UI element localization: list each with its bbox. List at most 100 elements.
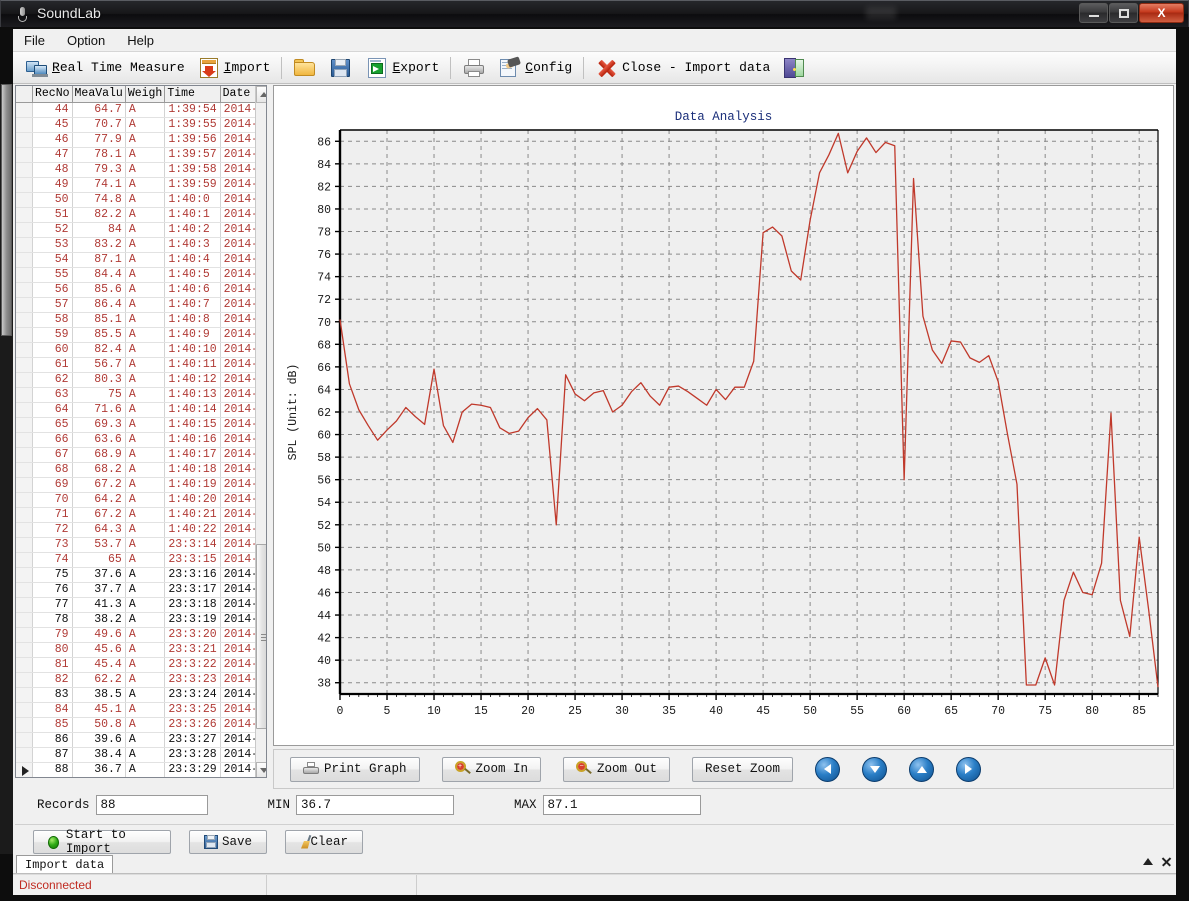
- table-row[interactable]: 5074.8A1:40:02014-10-: [16, 192, 267, 207]
- row-selector-cell[interactable]: [16, 147, 33, 162]
- cell-weight[interactable]: A: [125, 312, 165, 327]
- cell-recno[interactable]: 75: [33, 567, 73, 582]
- cell-weight[interactable]: A: [125, 342, 165, 357]
- cell-weight[interactable]: A: [125, 522, 165, 537]
- cell-meavalue[interactable]: 62.2: [72, 672, 125, 687]
- menu-file[interactable]: File: [13, 30, 56, 51]
- row-selector-cell[interactable]: [16, 762, 33, 777]
- cell-time[interactable]: 1:40:10: [165, 342, 220, 357]
- cell-meavalue[interactable]: 83.2: [72, 237, 125, 252]
- cell-recno[interactable]: 76: [33, 582, 73, 597]
- row-selector-cell[interactable]: [16, 387, 33, 402]
- cell-weight[interactable]: A: [125, 582, 165, 597]
- row-selector-cell[interactable]: [16, 327, 33, 342]
- cell-weight[interactable]: A: [125, 477, 165, 492]
- clear-button[interactable]: Clear: [285, 830, 363, 854]
- cell-meavalue[interactable]: 85.6: [72, 282, 125, 297]
- cell-time[interactable]: 23:3:29: [165, 762, 220, 777]
- row-selector-cell[interactable]: [16, 642, 33, 657]
- row-selector-cell[interactable]: [16, 432, 33, 447]
- cell-recno[interactable]: 46: [33, 132, 73, 147]
- cell-meavalue[interactable]: 79.3: [72, 162, 125, 177]
- cell-time[interactable]: 23:3:18: [165, 597, 220, 612]
- table-row[interactable]: 4974.1A1:39:592014-10-: [16, 177, 267, 192]
- cell-meavalue[interactable]: 64.3: [72, 522, 125, 537]
- table-row[interactable]: 7949.6A23:3:202014-10-: [16, 627, 267, 642]
- cell-weight[interactable]: A: [125, 252, 165, 267]
- cell-recno[interactable]: 60: [33, 342, 73, 357]
- row-selector-cell[interactable]: [16, 747, 33, 762]
- cell-weight[interactable]: A: [125, 162, 165, 177]
- cell-time[interactable]: 1:40:13: [165, 387, 220, 402]
- cell-meavalue[interactable]: 77.9: [72, 132, 125, 147]
- cell-meavalue[interactable]: 86.4: [72, 297, 125, 312]
- row-selector-cell[interactable]: [16, 492, 33, 507]
- table-row[interactable]: 8639.6A23:3:272014-10-: [16, 732, 267, 747]
- row-selector-cell[interactable]: [16, 102, 33, 117]
- row-selector-cell[interactable]: [16, 372, 33, 387]
- table-row[interactable]: 8445.1A23:3:252014-10-: [16, 702, 267, 717]
- table-row[interactable]: 6082.4A1:40:102014-10-: [16, 342, 267, 357]
- cell-meavalue[interactable]: 65: [72, 552, 125, 567]
- table-row[interactable]: 4677.9A1:39:562014-10-: [16, 132, 267, 147]
- cell-time[interactable]: 1:39:58: [165, 162, 220, 177]
- cell-recno[interactable]: 66: [33, 432, 73, 447]
- cell-meavalue[interactable]: 50.8: [72, 717, 125, 732]
- cell-weight[interactable]: A: [125, 282, 165, 297]
- row-selector-cell[interactable]: [16, 522, 33, 537]
- cell-meavalue[interactable]: 84: [72, 222, 125, 237]
- toolbar-real-time-measure[interactable]: Real Time Measure: [19, 54, 191, 82]
- table-row[interactable]: 8550.8A23:3:262014-10-: [16, 717, 267, 732]
- cell-time[interactable]: 1:40:11: [165, 357, 220, 372]
- window-vertical-scrollbar[interactable]: [0, 84, 13, 854]
- toolbar-exit[interactable]: [776, 54, 812, 82]
- cell-time[interactable]: 1:39:56: [165, 132, 220, 147]
- cell-time[interactable]: 23:3:15: [165, 552, 220, 567]
- tab-import-data[interactable]: Import data: [16, 855, 113, 873]
- cell-meavalue[interactable]: 53.7: [72, 537, 125, 552]
- table-row[interactable]: 8338.5A23:3:242014-10-: [16, 687, 267, 702]
- cell-time[interactable]: 1:40:16: [165, 432, 220, 447]
- row-selector-cell[interactable]: [16, 702, 33, 717]
- cell-weight[interactable]: A: [125, 492, 165, 507]
- cell-recno[interactable]: 47: [33, 147, 73, 162]
- cell-recno[interactable]: 64: [33, 402, 73, 417]
- maximize-button[interactable]: [1109, 3, 1138, 23]
- row-selector-cell[interactable]: [16, 552, 33, 567]
- row-selector-cell[interactable]: [16, 612, 33, 627]
- row-selector-cell[interactable]: [16, 177, 33, 192]
- cell-time[interactable]: 1:40:0: [165, 192, 220, 207]
- table-row[interactable]: 4778.1A1:39:572014-10-: [16, 147, 267, 162]
- table-row[interactable]: 7353.7A23:3:142014-10-: [16, 537, 267, 552]
- cell-meavalue[interactable]: 37.7: [72, 582, 125, 597]
- cell-weight[interactable]: A: [125, 432, 165, 447]
- row-selector-cell[interactable]: [16, 402, 33, 417]
- cell-recno[interactable]: 50: [33, 192, 73, 207]
- close-panel-icon[interactable]: [1161, 856, 1172, 867]
- close-button[interactable]: X: [1139, 3, 1184, 23]
- cell-time[interactable]: 23:3:20: [165, 627, 220, 642]
- cell-recno[interactable]: 49: [33, 177, 73, 192]
- grid-scroll-down-button[interactable]: [256, 762, 267, 778]
- cell-recno[interactable]: 80: [33, 642, 73, 657]
- row-selector-cell[interactable]: [16, 567, 33, 582]
- cell-meavalue[interactable]: 68.9: [72, 447, 125, 462]
- table-row[interactable]: 6663.6A1:40:162014-10-: [16, 432, 267, 447]
- cell-meavalue[interactable]: 64.7: [72, 102, 125, 117]
- row-selector-cell[interactable]: [16, 342, 33, 357]
- row-selector-cell[interactable]: [16, 132, 33, 147]
- grid-scroll-up-button[interactable]: [256, 86, 267, 103]
- cell-recno[interactable]: 67: [33, 447, 73, 462]
- table-row[interactable]: 7465A23:3:152014-10-: [16, 552, 267, 567]
- cell-meavalue[interactable]: 45.4: [72, 657, 125, 672]
- toolbar-open[interactable]: [287, 54, 323, 82]
- cell-weight[interactable]: A: [125, 462, 165, 477]
- cell-meavalue[interactable]: 85.1: [72, 312, 125, 327]
- table-row[interactable]: 8262.2A23:3:232014-10-: [16, 672, 267, 687]
- table-row[interactable]: 6471.6A1:40:142014-10-: [16, 402, 267, 417]
- table-row[interactable]: 5685.6A1:40:62014-10-: [16, 282, 267, 297]
- cell-recno[interactable]: 56: [33, 282, 73, 297]
- table-row[interactable]: 8738.4A23:3:282014-10-: [16, 747, 267, 762]
- cell-time[interactable]: 1:40:6: [165, 282, 220, 297]
- row-selector-cell[interactable]: [16, 447, 33, 462]
